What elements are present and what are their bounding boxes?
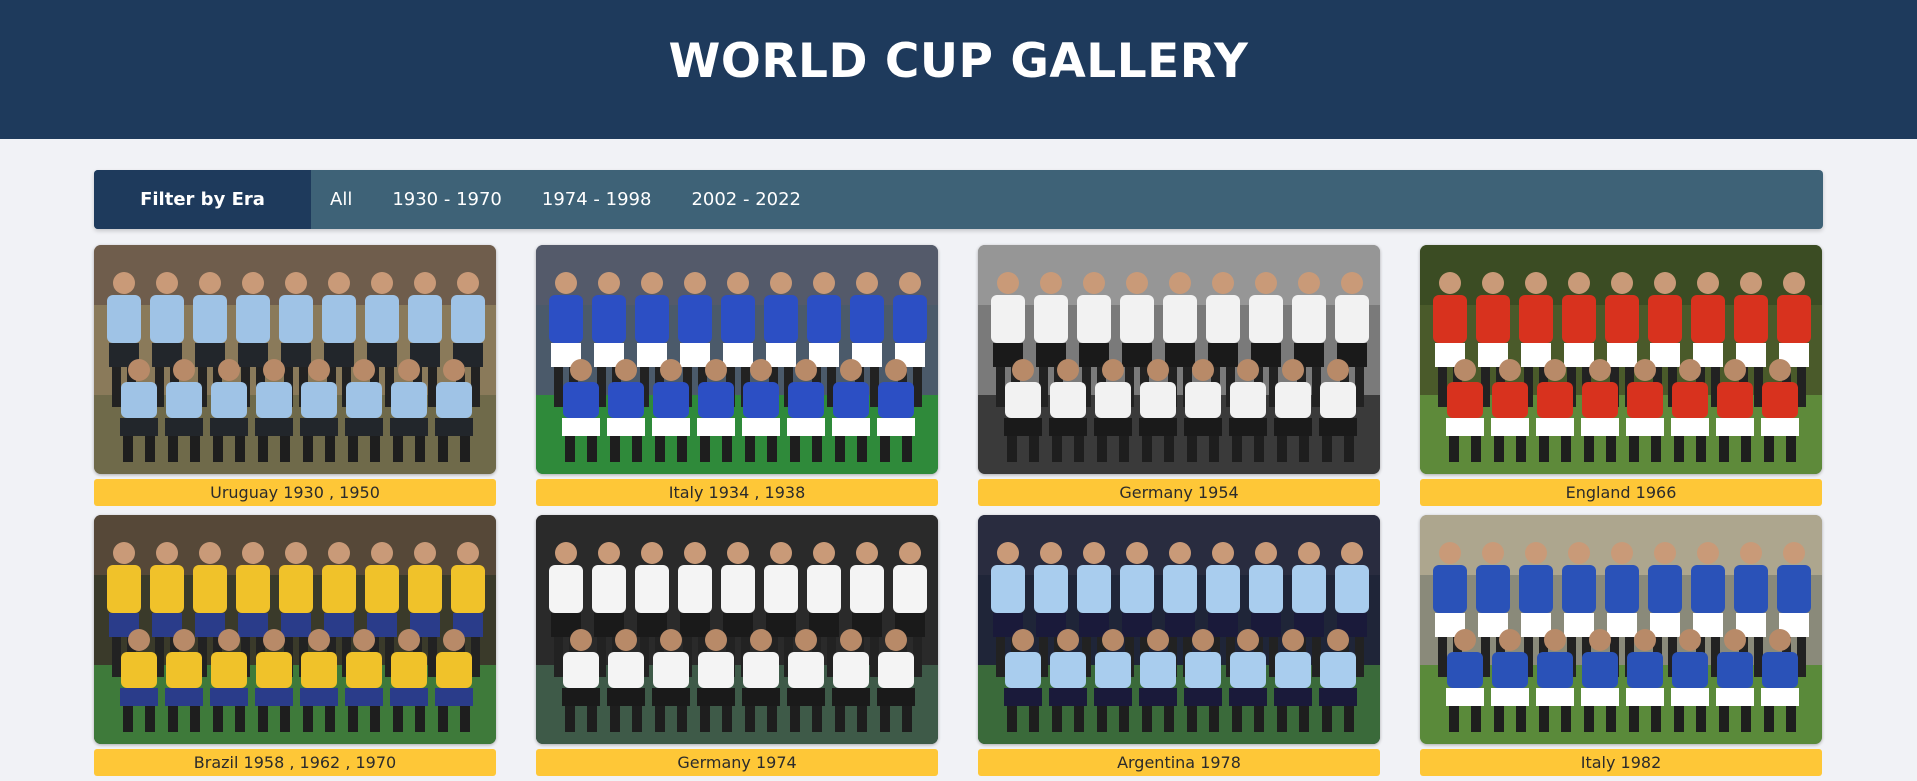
team-caption: Italy 1982 [1420, 749, 1822, 776]
team-photo[interactable] [978, 245, 1380, 474]
gallery-card[interactable]: Germany 1954 [978, 245, 1380, 506]
team-caption: Brazil 1958 , 1962 , 1970 [94, 749, 496, 776]
gallery-card[interactable]: Brazil 1958 , 1962 , 1970 [94, 515, 496, 776]
team-photo[interactable] [94, 515, 496, 744]
team-photo[interactable] [978, 515, 1380, 744]
filter-options: All 1930 - 1970 1974 - 1998 2002 - 2022 [311, 170, 841, 229]
team-caption: Argentina 1978 [978, 749, 1380, 776]
gallery-card[interactable]: Uruguay 1930 , 1950 [94, 245, 496, 506]
gallery-card[interactable]: Italy 1934 , 1938 [536, 245, 938, 506]
filter-bar: Filter by Era All 1930 - 1970 1974 - 199… [94, 170, 1823, 229]
filter-option-1974-1998[interactable]: 1974 - 1998 [542, 189, 652, 210]
gallery-card[interactable]: Italy 1982 [1420, 515, 1822, 776]
page-title: WORLD CUP GALLERY [668, 34, 1249, 89]
team-photo[interactable] [1420, 515, 1822, 744]
team-caption: England 1966 [1420, 479, 1822, 506]
team-photo[interactable] [536, 515, 938, 744]
team-caption: Italy 1934 , 1938 [536, 479, 938, 506]
team-photo[interactable] [1420, 245, 1822, 474]
team-photo[interactable] [536, 245, 938, 474]
filter-option-1930-1970[interactable]: 1930 - 1970 [392, 189, 502, 210]
page-header: WORLD CUP GALLERY [0, 0, 1917, 139]
team-caption: Germany 1974 [536, 749, 938, 776]
filter-label: Filter by Era [94, 170, 311, 229]
team-caption: Germany 1954 [978, 479, 1380, 506]
filter-option-2002-2022[interactable]: 2002 - 2022 [691, 189, 801, 210]
gallery-card[interactable]: England 1966 [1420, 245, 1822, 506]
team-caption: Uruguay 1930 , 1950 [94, 479, 496, 506]
team-photo[interactable] [94, 245, 496, 474]
filter-option-all[interactable]: All [330, 189, 352, 210]
gallery-card[interactable]: Argentina 1978 [978, 515, 1380, 776]
gallery-card[interactable]: Germany 1974 [536, 515, 938, 776]
